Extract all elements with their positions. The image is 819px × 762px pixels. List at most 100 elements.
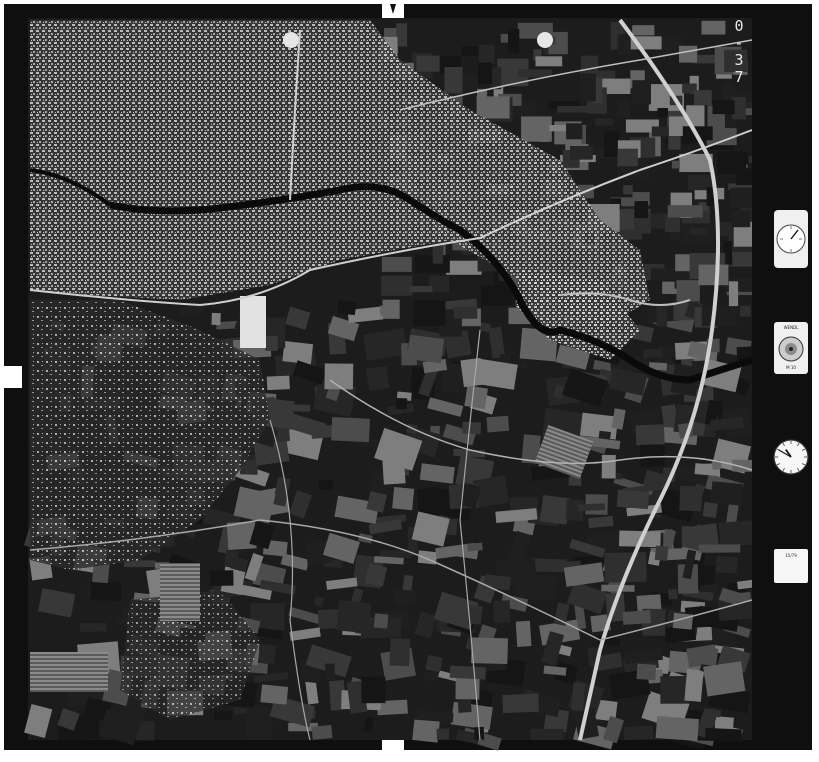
field-parcel [500,33,509,43]
fiducial-mark-left [4,366,22,388]
field-parcel [679,45,698,63]
field-parcel [704,727,742,742]
field-parcel [717,151,747,175]
aerial-photo-frame [4,4,812,751]
field-parcel [698,264,729,286]
field-parcel [392,487,415,511]
striped-field [160,563,200,621]
field-parcel [409,286,433,293]
field-parcel [623,725,654,740]
fiducial-mark-bottom [382,740,404,750]
field-parcel [530,728,564,741]
field-parcel [594,118,614,126]
field-parcel [257,643,277,665]
field-parcel [365,365,390,392]
field-parcel [730,187,752,208]
field-parcel [693,90,712,106]
field-parcel [476,96,510,119]
field-parcel [667,588,678,600]
field-parcel [336,600,372,634]
field-parcel [718,520,754,548]
field-parcel [557,106,591,113]
field-parcel [462,46,479,56]
field-parcel [636,663,657,681]
field-parcel [480,285,513,306]
field-parcel [651,126,670,137]
field-parcel [698,544,741,553]
field-parcel [265,335,278,351]
field-parcel [702,501,718,518]
field-parcel [635,424,665,446]
field-parcel [453,307,478,319]
field-parcel [460,74,479,92]
field-parcel [692,422,706,437]
field-parcel [446,260,482,275]
field-parcel [516,361,527,370]
field-parcel [381,256,412,272]
field-parcel [508,29,520,53]
field-parcel [731,210,751,228]
lens-badge-line2: M 10 [786,365,796,370]
field-parcel [210,570,234,586]
field-parcel [604,131,620,157]
field-parcel [730,252,752,267]
field-parcel [425,654,443,673]
field-parcel [664,215,680,233]
data-tag-line1: 15/79 [785,553,797,558]
field-parcel [415,255,450,273]
field-parcel [617,34,631,56]
field-parcel [601,454,616,479]
field-parcel [318,479,334,491]
bright-spot [537,32,553,48]
field-parcel [701,20,726,35]
field-parcel [325,663,335,681]
field-parcel [712,100,735,115]
field-parcel [650,268,675,281]
field-parcel [478,62,492,85]
field-parcel [467,542,483,552]
reservoir [240,296,266,348]
field-parcel [373,613,389,629]
field-parcel [671,160,680,169]
field-parcel [449,665,486,680]
field-parcel [90,581,121,601]
field-parcel [444,67,463,94]
field-parcel [632,80,651,105]
field-parcel [690,228,708,235]
field-parcel [656,303,667,327]
field-parcel [416,55,440,72]
field-parcel [703,661,746,697]
field-parcel [518,69,552,78]
field-parcel [413,300,446,326]
field-parcel [623,185,633,195]
field-parcel [266,375,290,391]
altimeter-gauge-icon [774,210,808,268]
field-parcel [80,623,107,632]
lens-badge-line1: WENDL [783,325,799,330]
field-parcel [715,556,738,574]
frame-id-label: 0 - 3 7 [734,17,744,86]
field-parcel [493,600,511,623]
field-parcel [245,706,274,740]
field-parcel [571,682,586,712]
field-parcel [224,549,240,568]
field-parcel [211,312,221,326]
photo-image-area [23,18,755,751]
field-parcel [549,125,567,132]
field-parcel [654,545,669,562]
field-parcel [710,481,744,506]
field-parcel [676,280,700,302]
field-parcel [700,584,719,593]
field-parcel [699,646,719,667]
field-parcel [657,108,668,118]
field-parcel [396,23,408,47]
field-parcel [622,610,652,625]
field-parcel [535,56,563,67]
field-parcel [462,421,482,435]
striped-field [30,652,108,692]
field-parcel [337,299,357,316]
field-parcel [406,334,445,364]
field-parcel [655,716,699,742]
field-parcel [570,146,593,160]
field-parcel [457,699,472,713]
